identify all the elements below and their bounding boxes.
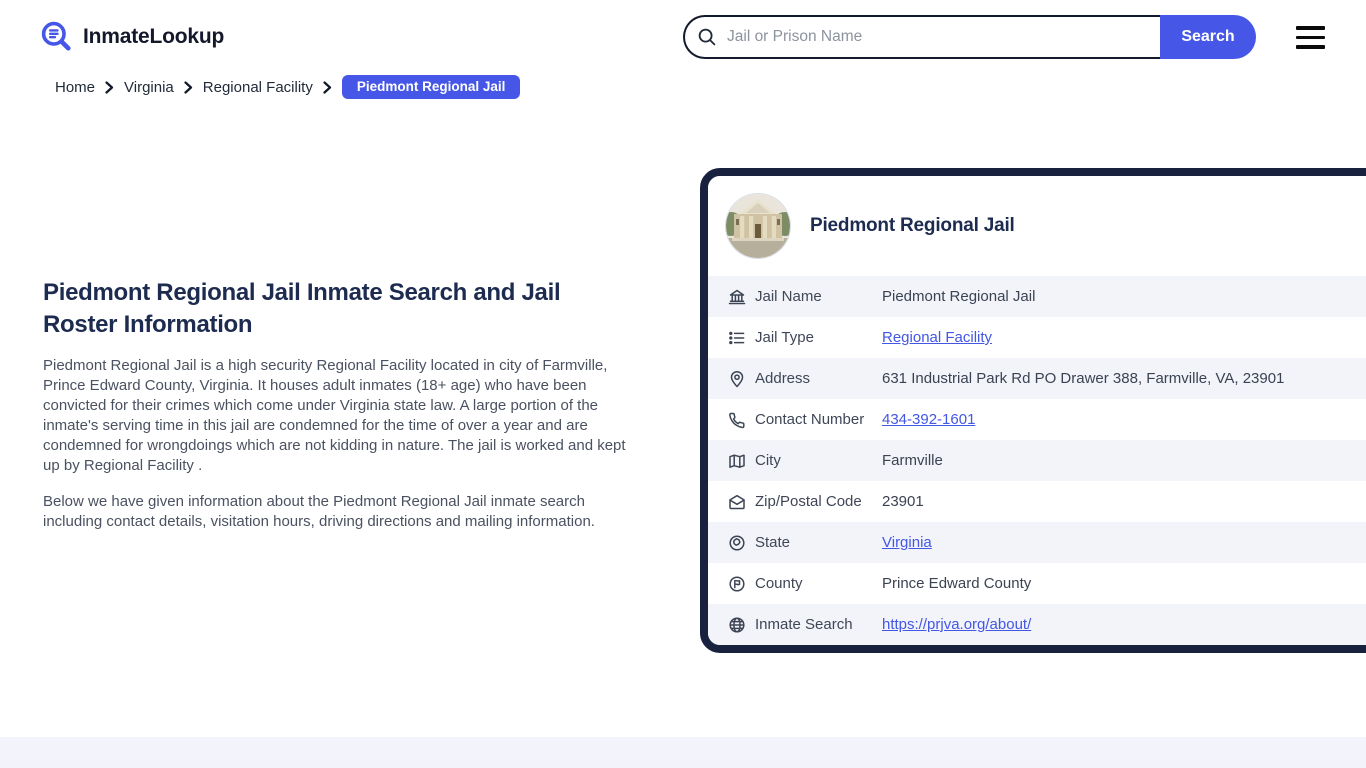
table-row: Jail Name Piedmont Regional Jail — [708, 276, 1366, 317]
row-value: https://prjva.org/about/ — [882, 616, 1031, 633]
row-value: Piedmont Regional Jail — [882, 288, 1036, 305]
chevron-right-icon — [105, 80, 114, 94]
row-value-link[interactable]: 434-392-1601 — [882, 411, 975, 428]
row-value-link[interactable]: https://prjva.org/about/ — [882, 616, 1031, 633]
row-label: Jail Type — [755, 329, 814, 346]
mail-open-icon — [727, 492, 747, 512]
page-title: Piedmont Regional Jail Inmate Search and… — [43, 279, 561, 338]
secondary-paragraph: Below we have given information about th… — [43, 493, 595, 530]
pin-icon — [727, 369, 747, 389]
chevron-right-icon — [323, 80, 332, 94]
row-label: State — [755, 534, 791, 551]
table-row: Jail Type Regional Facility — [708, 317, 1366, 358]
row-value: 23901 — [882, 493, 924, 510]
state-icon — [727, 533, 747, 553]
row-label: County — [755, 575, 803, 592]
breadcrumb-virginia[interactable]: Virginia — [124, 79, 174, 96]
jail-info-table: Jail Name Piedmont Regional Jail Jail Ty… — [708, 276, 1366, 645]
row-label: Zip/Postal Code — [755, 493, 862, 510]
row-label: Inmate Search — [755, 616, 853, 633]
search-button[interactable]: Search — [1160, 15, 1256, 59]
phone-icon — [727, 410, 747, 430]
list-icon — [727, 328, 747, 348]
row-value-link[interactable]: Regional Facility — [882, 329, 992, 346]
row-value: 434-392-1601 — [882, 411, 975, 428]
table-row: Address 631 Industrial Park Rd PO Drawer… — [708, 358, 1366, 399]
search-input[interactable] — [683, 15, 1160, 59]
table-row: State Virginia — [708, 522, 1366, 563]
jail-info-card: Piedmont Regional Jail Jail Name Piedmon… — [700, 168, 1366, 653]
card-title: Piedmont Regional Jail — [810, 215, 1015, 236]
jail-info-card-header: Piedmont Regional Jail — [708, 176, 1366, 276]
breadcrumb: Home Virginia Regional Facility Piedmont… — [55, 74, 521, 100]
search-bar: Search — [683, 15, 1256, 59]
row-value: Farmville — [882, 452, 943, 469]
globe-icon — [727, 615, 747, 635]
search-icon — [697, 27, 717, 47]
row-value: 631 Industrial Park Rd PO Drawer 388, Fa… — [882, 370, 1285, 387]
table-row: Inmate Search https://prjva.org/about/ — [708, 604, 1366, 645]
magnifier-list-logo-icon — [40, 20, 74, 54]
row-label: Jail Name — [755, 288, 822, 305]
site-logo[interactable]: InmateLookup — [40, 20, 224, 54]
bank-icon — [727, 287, 747, 307]
logo-text: InmateLookup — [83, 25, 225, 48]
footer-strip — [0, 737, 1366, 768]
map-icon — [727, 451, 747, 471]
intro-paragraph: Piedmont Regional Jail is a high securit… — [43, 357, 626, 474]
chevron-right-icon — [184, 80, 193, 94]
row-value: Regional Facility — [882, 329, 992, 346]
county-icon — [727, 574, 747, 594]
row-label: Address — [755, 370, 811, 387]
menu-hamburger-icon[interactable] — [1296, 26, 1325, 49]
breadcrumb-regional-facility[interactable]: Regional Facility — [203, 79, 313, 96]
table-row: County Prince Edward County — [708, 563, 1366, 604]
row-label: City — [755, 452, 781, 469]
row-value-link[interactable]: Virginia — [882, 534, 932, 551]
breadcrumb-home[interactable]: Home — [55, 79, 95, 96]
jail-building-photo — [726, 194, 790, 258]
row-value: Prince Edward County — [882, 575, 1032, 592]
row-label: Contact Number — [755, 411, 865, 428]
breadcrumb-current-badge: Piedmont Regional Jail — [341, 75, 521, 99]
row-value: Virginia — [882, 534, 932, 551]
table-row: Contact Number 434-392-1601 — [708, 399, 1366, 440]
table-row: Zip/Postal Code 23901 — [708, 481, 1366, 522]
table-row: City Farmville — [708, 440, 1366, 481]
